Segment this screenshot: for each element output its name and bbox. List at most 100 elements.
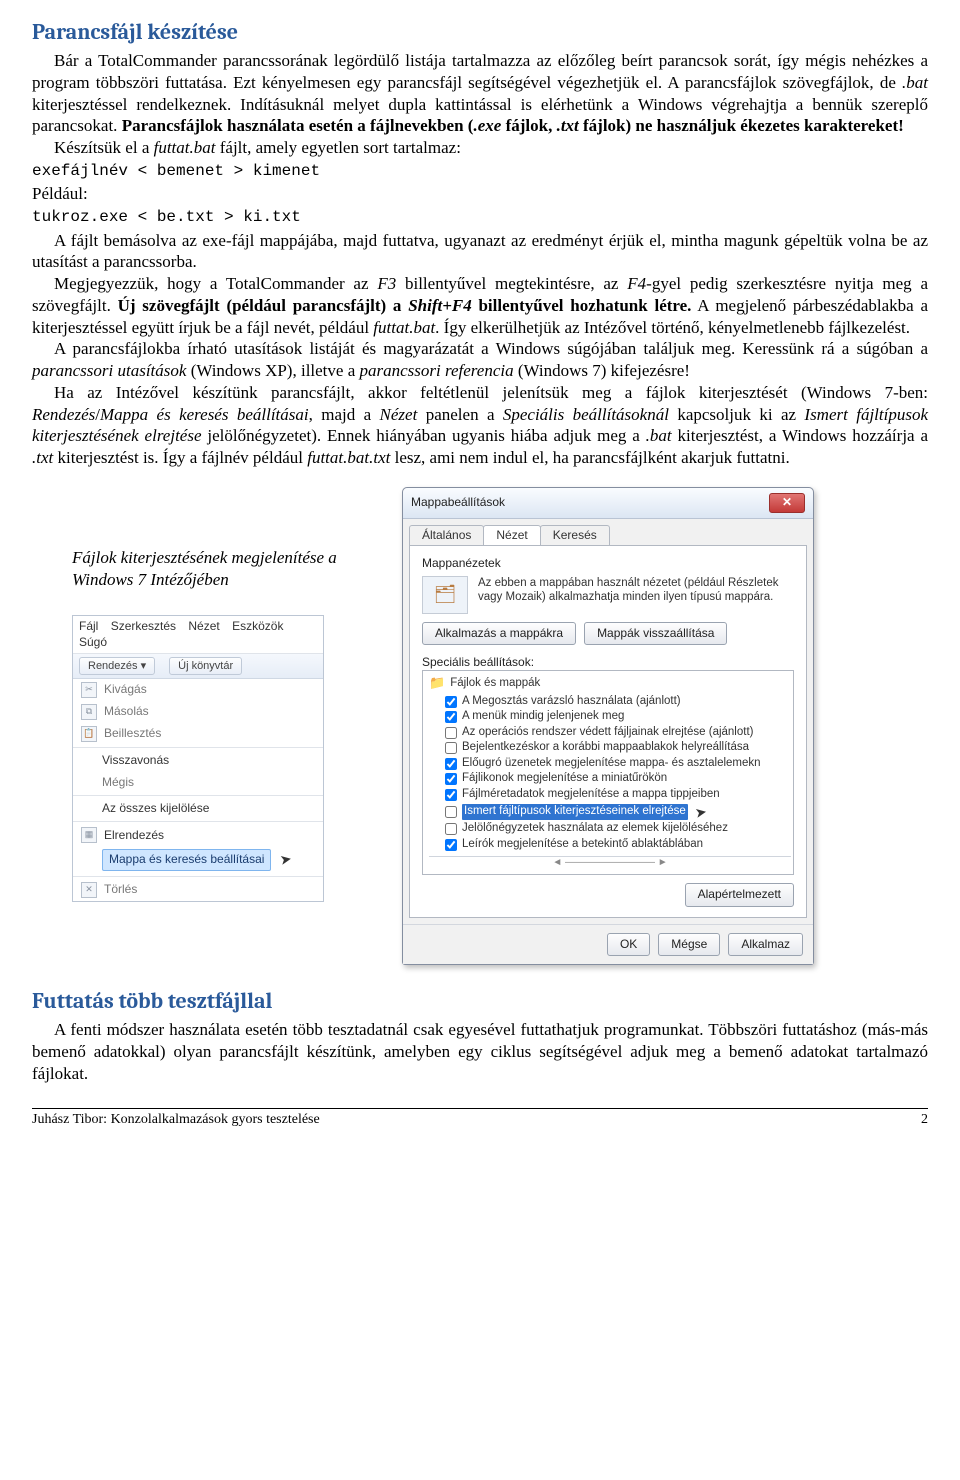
ok-button[interactable]: OK bbox=[607, 933, 650, 956]
tree-option[interactable]: Fájlikonok megjelenítése a miniatűrökön bbox=[429, 771, 791, 787]
tree-option[interactable]: A Megosztás varázsló használata (ajánlot… bbox=[429, 694, 791, 710]
option-checkbox[interactable] bbox=[445, 773, 457, 785]
apply-to-folders-button[interactable]: Alkalmazás a mappákra bbox=[422, 622, 576, 645]
paragraph-1: Bár a TotalCommander parancssorának legö… bbox=[32, 50, 928, 137]
tab-altalanos[interactable]: Általános bbox=[409, 525, 484, 545]
tree-option[interactable]: Az operációs rendszer védett fájljainak … bbox=[429, 725, 791, 741]
menu-item-mappa-kereses-beallitasai[interactable]: Mappa és keresés beállításai➤ bbox=[73, 846, 323, 873]
folder-label: Fájlok és mappák bbox=[450, 676, 540, 691]
paragraph-4: Megjegyezzük, hogy a TotalCommander az F… bbox=[32, 273, 928, 338]
menu-item-elrendezes[interactable]: ▦Elrendezés bbox=[73, 824, 323, 846]
option-label: Leírók megjelenítése a betekintő ablaktá… bbox=[462, 837, 703, 853]
italic-text: parancssori utasítások bbox=[32, 361, 186, 380]
option-checkbox[interactable] bbox=[445, 806, 457, 818]
layout-icon: ▦ bbox=[81, 827, 97, 843]
label: Kivágás bbox=[104, 682, 147, 697]
option-checkbox[interactable] bbox=[445, 711, 457, 723]
text: lesz, ami nem indul el, ha parancsfájlké… bbox=[390, 448, 789, 467]
option-checkbox[interactable] bbox=[445, 727, 457, 739]
folder-icon: 📁 bbox=[429, 675, 445, 692]
menu-item-visszavonas[interactable]: Visszavonás bbox=[73, 750, 323, 771]
group-title: Mappanézetek bbox=[422, 556, 794, 571]
close-button[interactable]: ✕ bbox=[769, 493, 805, 513]
option-label: A Megosztás varázsló használata (ajánlot… bbox=[462, 694, 681, 710]
apply-button[interactable]: Alkalmaz bbox=[728, 933, 803, 956]
dialog-button-row: OK Mégse Alkalmaz bbox=[403, 924, 813, 964]
code-line-2: tukroz.exe < be.txt > ki.txt bbox=[32, 207, 928, 227]
explorer-window: Fájl Szerkesztés Nézet Eszközök Súgó Ren… bbox=[72, 615, 324, 901]
paragraph-3: A fájlt bemásolva az exe-fájl mappájába,… bbox=[32, 230, 928, 274]
menu-item-masolas[interactable]: ⧉Másolás bbox=[73, 701, 323, 723]
bold-text: fájlok, bbox=[501, 116, 556, 135]
delete-icon: ✕ bbox=[81, 882, 97, 898]
ext-bat: .bat bbox=[646, 426, 672, 445]
menu-item-megis[interactable]: Mégis bbox=[73, 772, 323, 793]
cancel-button[interactable]: Mégse bbox=[658, 933, 720, 956]
label: Az összes kijelölése bbox=[102, 801, 209, 816]
tab-kereses[interactable]: Keresés bbox=[540, 525, 610, 545]
tree-option[interactable]: Fájlméretadatok megjelenítése a mappa ti… bbox=[429, 787, 791, 803]
bold-text: fájlok) ne használjuk ékezetes karaktere… bbox=[579, 116, 904, 135]
menu-item-osszes-kijelolese[interactable]: Az összes kijelölése bbox=[73, 798, 323, 819]
toolbar-uj-konyvtar[interactable]: Új könyvtár bbox=[169, 657, 242, 675]
tree-option[interactable]: A menük mindig jelenjenek meg bbox=[429, 709, 791, 725]
italic-text: parancssori referencia bbox=[360, 361, 514, 380]
bold-text: Új szövegfájlt (például parancsfájlt) a bbox=[118, 296, 409, 315]
tree-option[interactable]: Bejelentkezéskor a korábbi mappaablakok … bbox=[429, 740, 791, 756]
section-title-futtatas: Futtatás több tesztfájllal bbox=[32, 987, 928, 1015]
option-label: Fájlikonok megjelenítése a miniatűrökön bbox=[462, 771, 667, 787]
copy-icon: ⧉ bbox=[81, 704, 97, 720]
text: kapcsoljuk ki az bbox=[669, 405, 804, 424]
group-desc: Az ebben a mappában használt nézetet (pé… bbox=[478, 576, 794, 605]
section-title-parancsfajl: Parancsfájl készítése bbox=[32, 18, 928, 46]
option-checkbox[interactable] bbox=[445, 789, 457, 801]
text: Megjegyezzük, hogy a TotalCommander az bbox=[54, 274, 377, 293]
menu-nezet[interactable]: Nézet bbox=[188, 619, 219, 633]
menu-item-kivagas[interactable]: ✂Kivágás bbox=[73, 679, 323, 701]
option-checkbox[interactable] bbox=[445, 758, 457, 770]
explorer-toolbar: Rendezés ▾ Új könyvtár bbox=[73, 654, 323, 679]
ext-exe: .exe bbox=[473, 116, 501, 135]
bold-text: billentyűvel hozhatunk létre. bbox=[472, 296, 692, 315]
scrollbar-indicator[interactable]: ◄ ――――――――― ► bbox=[429, 856, 791, 870]
option-checkbox[interactable] bbox=[445, 696, 457, 708]
tree-option[interactable]: Előugró üzenetek megjelenítése mappa- és… bbox=[429, 756, 791, 772]
dialog-title-text: Mappabeállítások bbox=[411, 495, 505, 510]
label: Beillesztés bbox=[104, 726, 161, 741]
tree-option[interactable]: Jelölőnégyzetek használata az elemek kij… bbox=[429, 821, 791, 837]
text: kiterjesztést, a Windows hozzáírja a bbox=[672, 426, 928, 445]
page-footer: Juhász Tibor: Konzolalkalmazások gyors t… bbox=[32, 1108, 928, 1129]
menu-eszkozok[interactable]: Eszközök bbox=[232, 619, 283, 633]
menu-szerkesztes[interactable]: Szerkesztés bbox=[111, 619, 176, 633]
option-checkbox[interactable] bbox=[445, 823, 457, 835]
option-label: A menük mindig jelenjenek meg bbox=[462, 709, 624, 725]
label: Mégis bbox=[102, 775, 134, 790]
figure-row: Fájlok kiterjesztésének megjelenítése a … bbox=[32, 487, 928, 965]
tree-option[interactable]: Leírók megjelenítése a betekintő ablaktá… bbox=[429, 837, 791, 853]
special-settings-tree: 📁 Fájlok és mappák A Megosztás varázsló … bbox=[422, 670, 794, 875]
filename-futtat-bat-txt: futtat.bat.txt bbox=[307, 448, 390, 467]
text: panelen a bbox=[417, 405, 503, 424]
menu-sugo[interactable]: Súgó bbox=[79, 635, 107, 649]
default-button[interactable]: Alapértelmezett bbox=[685, 883, 794, 906]
footer-author: Juhász Tibor: Konzolalkalmazások gyors t… bbox=[32, 1111, 320, 1129]
text: (Windows 7) kifejezésre! bbox=[514, 361, 690, 380]
ext-txt: .txt bbox=[557, 116, 579, 135]
reset-folders-button[interactable]: Mappák visszaállítása bbox=[584, 622, 727, 645]
label: Visszavonás bbox=[102, 753, 169, 768]
text: , majd a bbox=[309, 405, 380, 424]
menu-item-torles[interactable]: ✕ Törlés bbox=[73, 879, 323, 901]
menu-fajl[interactable]: Fájl bbox=[79, 619, 98, 633]
paste-icon: 📋 bbox=[81, 726, 97, 742]
dialog-titlebar: Mappabeállítások ✕ bbox=[403, 488, 813, 519]
menu-item-beillesztes[interactable]: 📋 Beillesztés bbox=[73, 723, 323, 745]
tree-option[interactable]: Ismert fájltípusok kiterjesztéseinek elr… bbox=[429, 803, 791, 822]
label: Törlés bbox=[104, 882, 137, 897]
option-checkbox[interactable] bbox=[445, 839, 457, 851]
tab-nezet[interactable]: Nézet bbox=[483, 525, 540, 545]
text: kiterjesztést is. Így a fájlnév például bbox=[53, 448, 307, 467]
toolbar-rendezes[interactable]: Rendezés ▾ bbox=[79, 657, 155, 675]
text: jelölőnégyzetet). Ennek hiányában ugyani… bbox=[202, 426, 646, 445]
option-label: Jelölőnégyzetek használata az elemek kij… bbox=[462, 821, 728, 837]
option-checkbox[interactable] bbox=[445, 742, 457, 754]
